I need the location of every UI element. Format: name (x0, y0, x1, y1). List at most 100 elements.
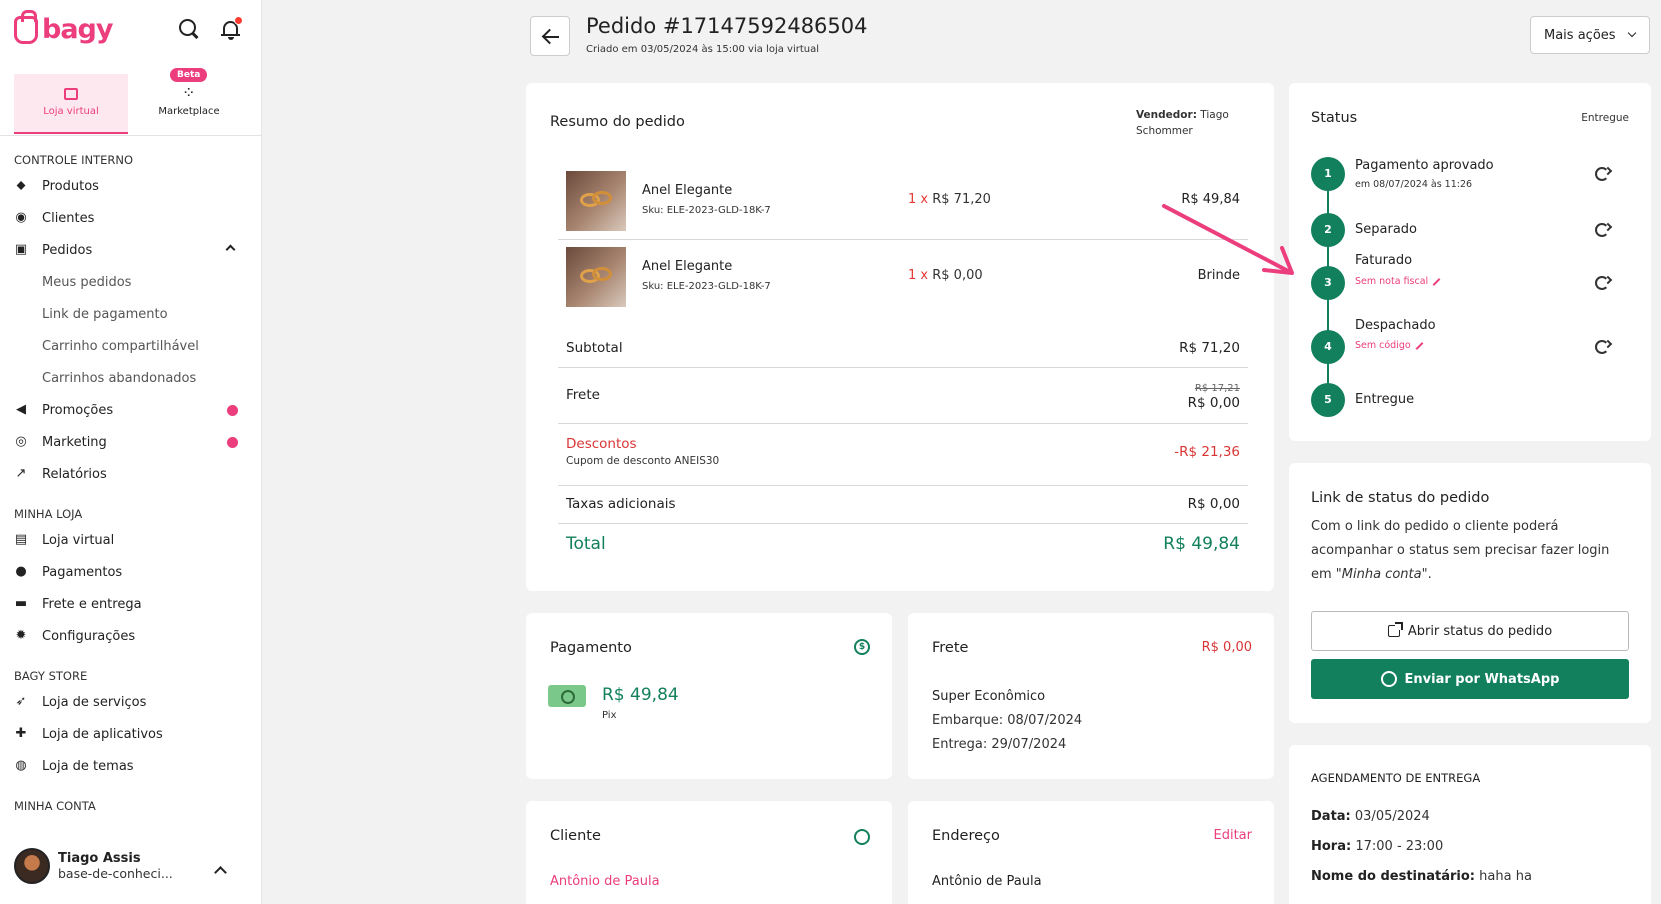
nav-item-pagamentos[interactable]: ● Pagamentos (0, 556, 262, 588)
new-dot (227, 437, 238, 448)
address-card: Endereço Editar Antônio de Paula (908, 801, 1274, 904)
product-row[interactable]: Anel Elegante Sku: ELE-2023-GLD-18K-7 1 … (558, 163, 1248, 240)
nav-sub-carrinhos-abandonados[interactable]: Carrinhos abandonados (0, 362, 262, 394)
nav-label: Pedidos (42, 242, 93, 258)
date-value: 03/05/2024 (1354, 809, 1430, 824)
frete-old-price: R$ 17,21 (1194, 383, 1240, 394)
nav-sub-link-pagamento[interactable]: Link de pagamento (0, 298, 262, 330)
step-label: Separado (1355, 222, 1417, 237)
nav-label: Loja de temas (42, 758, 134, 774)
payment-value: R$ 49,84 (602, 685, 679, 705)
chevron-up-icon[interactable] (225, 244, 236, 255)
whatsapp-icon[interactable] (854, 829, 870, 845)
tag-icon: ⬥ (16, 178, 26, 193)
divider (558, 367, 1248, 368)
seller-info: Vendedor: Tiago Schommer (1136, 107, 1246, 139)
nav-item-promocoes[interactable]: ◀ Promoções (0, 394, 262, 426)
shipping-card: Frete R$ 0,00 Super Econômico Embarque: … (908, 613, 1274, 779)
nav-item-loja-temas[interactable]: ◍ Loja de temas (0, 750, 262, 782)
product-row[interactable]: Anel Elegante Sku: ELE-2023-GLD-18K-7 1 … (558, 239, 1248, 316)
send-whatsapp-button[interactable]: Enviar por WhatsApp (1311, 659, 1629, 699)
puzzle-icon: ✚ (15, 726, 27, 741)
back-button[interactable] (530, 16, 570, 56)
edit-address-link[interactable]: Editar (1214, 828, 1253, 843)
more-actions-button[interactable]: Mais ações (1530, 16, 1650, 54)
payment-method: Pix (602, 710, 617, 721)
step-number: 5 (1311, 383, 1345, 417)
cash-icon (548, 685, 586, 707)
open-status-button[interactable]: Abrir status do pedido (1311, 611, 1629, 651)
status-link-title: Link de status do pedido (1311, 490, 1490, 506)
nav-item-relatorios[interactable]: ↗ Relatórios (0, 458, 262, 490)
storefront-icon: ▤ (14, 532, 28, 547)
status-title: Status (1311, 110, 1358, 126)
schedule-date: Data: 03/05/2024 (1311, 809, 1430, 824)
product-qty: 1 x R$ 71,20 (908, 192, 991, 207)
nav-item-frete[interactable]: ▬ Frete e entrega (0, 588, 262, 620)
nav-item-pedidos[interactable]: ▣ Pedidos (0, 234, 262, 266)
inbox-icon: ▣ (14, 242, 28, 257)
nav-item-loja-virtual[interactable]: ▤ Loja virtual (0, 524, 262, 556)
nav-item-marketing[interactable]: ◎ Marketing (0, 426, 262, 458)
bagy-logo[interactable]: bagy (14, 9, 113, 45)
storefront-icon (64, 88, 78, 100)
nav-label: Produtos (42, 178, 99, 194)
summary-title: Resumo do pedido (550, 114, 685, 130)
palette-icon: ◍ (15, 758, 27, 773)
product-sku: Sku: ELE-2023-GLD-18K-7 (642, 281, 771, 292)
chevron-up-icon[interactable] (214, 866, 227, 879)
nav-label: Loja de serviços (42, 694, 147, 710)
tab-marketplace[interactable]: Marketplace (132, 74, 246, 134)
truck-icon: ▬ (14, 596, 28, 611)
divider (558, 485, 1248, 486)
step-meta-text: Sem código (1355, 340, 1411, 351)
nav-label: Loja virtual (42, 532, 115, 548)
step-number: 4 (1311, 330, 1345, 364)
nav-item-clientes[interactable]: ◉ Clientes (0, 202, 262, 234)
taxes-value: R$ 0,00 (1187, 496, 1240, 512)
search-icon[interactable] (178, 18, 200, 40)
nav-item-loja-aplicativos[interactable]: ✚ Loja de aplicativos (0, 718, 262, 750)
chart-line-icon: ↗ (15, 466, 27, 481)
qty-value: 1 x (908, 268, 929, 283)
frete-values: R$ 17,21 R$ 0,00 (1188, 379, 1240, 411)
avatar (14, 848, 50, 884)
step-meta[interactable]: Sem nota fiscal (1355, 276, 1441, 287)
tab-label: Marketplace (158, 106, 220, 117)
account-menu[interactable]: Tiago Assis base-de-conheci... (14, 848, 173, 884)
refresh-icon[interactable] (1595, 223, 1609, 237)
date-label: Data: (1311, 809, 1351, 824)
more-actions-label: Mais ações (1544, 27, 1616, 43)
step-meta: em 08/07/2024 às 11:26 (1355, 179, 1473, 190)
status-link-description: Com o link do pedido o cliente poderá ac… (1311, 515, 1631, 587)
taxes-label: Taxas adicionais (566, 496, 676, 512)
client-name-link[interactable]: Antônio de Paula (550, 874, 660, 889)
gear-icon: ✹ (15, 628, 27, 643)
product-name: Anel Elegante (642, 259, 733, 274)
open-status-label: Abrir status do pedido (1407, 623, 1553, 639)
nav-item-configuracoes[interactable]: ✹ Configurações (0, 620, 262, 652)
nav-sub-carrinho-compartilhavel[interactable]: Carrinho compartilhável (0, 330, 262, 362)
nav-label: Relatórios (42, 466, 107, 482)
nav-label: Frete e entrega (42, 596, 142, 612)
schedule-title: AGENDAMENTO DE ENTREGA (1311, 771, 1481, 785)
discount-label: Descontos (566, 436, 637, 452)
rocket-icon: ➶ (15, 694, 27, 709)
step-meta[interactable]: Sem código (1355, 340, 1424, 351)
bell-icon[interactable] (220, 16, 243, 40)
section-title: CONTROLE INTERNO (14, 153, 134, 167)
refresh-icon[interactable] (1595, 276, 1609, 290)
shipping-service: Super Econômico (932, 689, 1046, 704)
status-current: Entregue (1581, 112, 1629, 124)
tab-loja-virtual[interactable]: Loja virtual (14, 74, 128, 134)
shipping-title: Frete (932, 640, 969, 656)
megaphone-icon: ◀ (16, 402, 26, 417)
nav-sub-meus-pedidos[interactable]: Meus pedidos (0, 266, 262, 298)
nav-item-produtos[interactable]: ⬥ Produtos (0, 170, 262, 202)
new-dot (227, 405, 238, 416)
refresh-icon[interactable] (1595, 167, 1609, 181)
refresh-icon[interactable] (1595, 340, 1609, 354)
nav-item-loja-servicos[interactable]: ➶ Loja de serviços (0, 686, 262, 718)
section-title: BAGY STORE (14, 669, 88, 683)
address-name: Antônio de Paula (932, 874, 1042, 889)
